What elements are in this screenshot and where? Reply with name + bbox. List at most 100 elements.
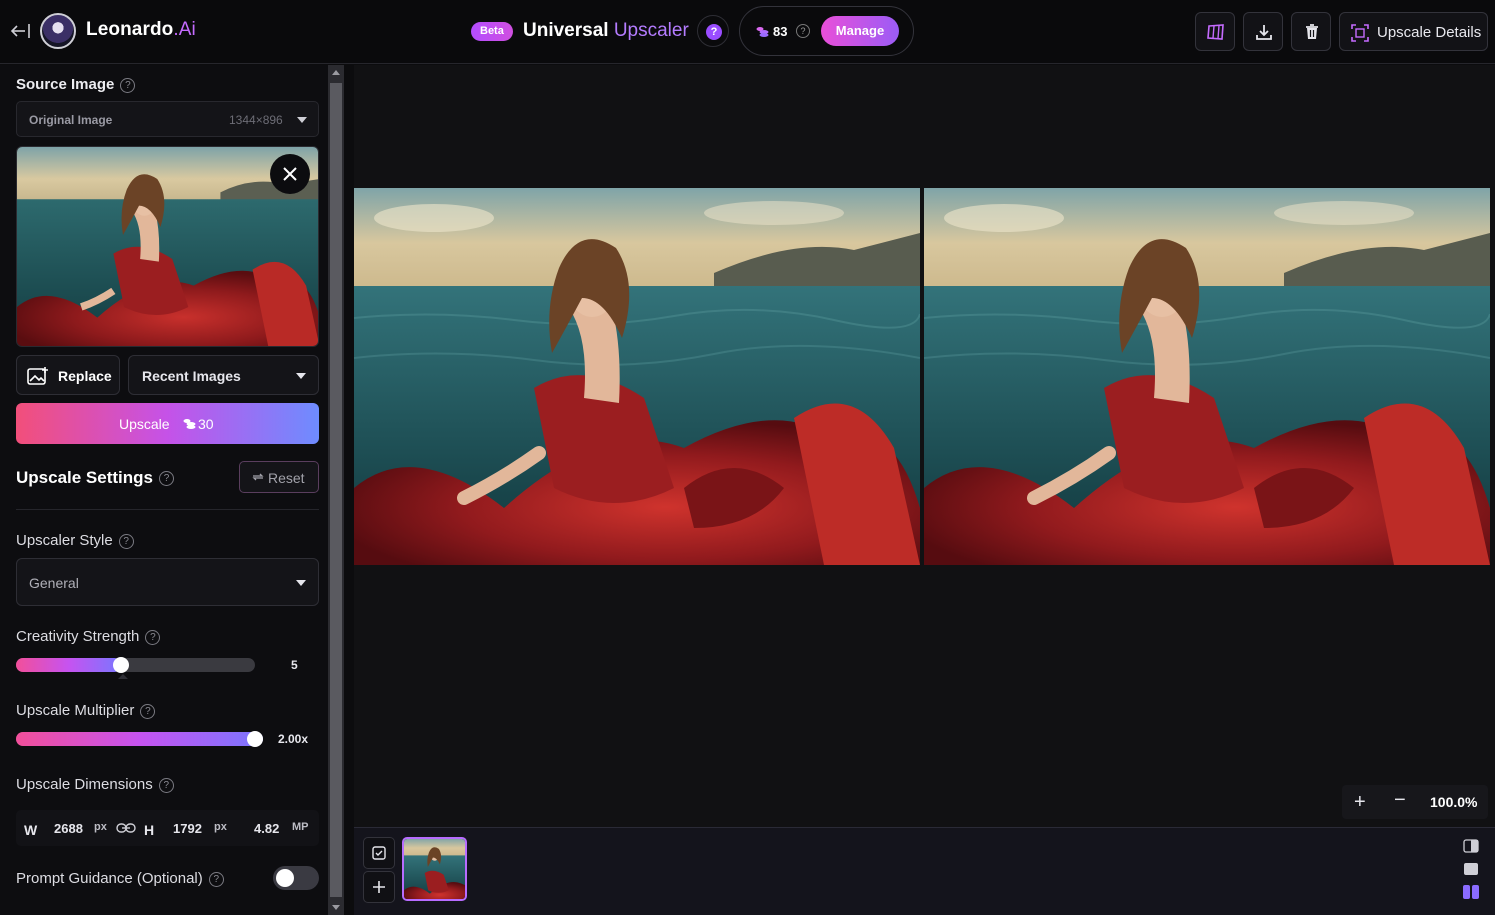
upscale-settings-title: Upscale Settings? [16,468,174,488]
help-icon[interactable]: ? [120,77,136,93]
upscale-dimensions-row: W 2688 px H 1792 px 4.82 MP [16,810,319,846]
upscale-label: Upscale [119,416,170,432]
zoom-controls: + − 100.0% [1342,785,1488,819]
credits-pill: 83 ? Manage [739,6,914,56]
replace-button[interactable]: Replace [16,355,120,395]
help-icon[interactable]: ? [158,777,174,793]
page-title: Universal Upscaler [523,20,689,41]
plus-icon [373,881,385,893]
sidebar-scrollbar[interactable] [328,65,344,915]
scroll-up-icon[interactable] [332,70,340,75]
replace-label: Replace [58,368,112,384]
thumbnail-image [404,839,465,899]
source-image-label: Source Image? [16,76,136,93]
toggle-knob [276,869,294,887]
upscale-details-button[interactable]: Upscale Details [1339,12,1488,51]
beta-badge: Beta [471,22,513,41]
chevron-down-icon [296,373,306,379]
upscaler-style-label: Upscaler Style? [16,532,134,549]
help-icon[interactable]: ? [159,471,174,487]
creativity-slider-knob[interactable] [113,657,130,673]
height-value: 1792 [173,821,202,836]
slider-pointer [118,674,128,679]
help-icon[interactable]: ? [208,871,224,887]
add-image-button[interactable] [363,871,395,903]
original-image [354,188,920,565]
upscaler-style-select[interactable]: General [16,558,319,606]
width-value: 2688 [54,821,83,836]
scroll-down-icon[interactable] [332,905,340,910]
token-icon [183,419,196,429]
divider [16,509,319,510]
source-select-value: Original Image [29,113,113,127]
zoom-out-icon[interactable]: − [1394,789,1406,812]
help-icon[interactable]: ? [118,533,134,549]
zoom-in-icon[interactable]: + [1354,791,1366,814]
multiplier-slider-knob[interactable] [247,731,263,747]
top-bar: Leonardo.Ai Beta Universal Upscaler ? 83… [0,0,1495,64]
link-icon[interactable] [116,822,136,834]
prompt-guidance-toggle[interactable] [273,866,319,890]
upscale-details-label: Upscale Details [1377,24,1482,41]
multiplier-slider-fill [16,732,263,746]
megapixels-unit: MP [292,821,309,833]
multiplier-value: 2.00x [278,732,309,746]
back-arrow-icon[interactable] [8,20,32,42]
help-icon[interactable]: ? [145,629,161,645]
help-icon[interactable]: ? [140,703,156,719]
select-button[interactable] [363,837,395,869]
brand-logo [40,13,76,49]
remove-image-button[interactable] [270,154,310,194]
upscale-details-icon [1351,24,1369,42]
compare-icon [1207,24,1224,40]
upscale-multiplier-label: Upscale Multiplier? [16,702,156,719]
creativity-strength-label: Creativity Strength? [16,628,161,645]
brand-name[interactable]: Leonardo.Ai [86,19,196,41]
help-icon: ? [706,24,722,40]
close-icon [283,167,297,181]
chevron-down-icon [297,117,307,123]
upscaler-style-value: General [29,575,79,591]
delete-button[interactable] [1291,12,1331,51]
checkbox-icon [372,846,386,860]
source-dimensions: 1344×896 [229,113,283,127]
reset-icon [252,473,264,481]
megapixels-value: 4.82 [254,821,280,836]
token-icon [756,27,769,37]
image-history-strip [354,827,1495,915]
multiplier-slider[interactable] [16,731,263,747]
creativity-value: 5 [291,658,298,672]
chevron-down-icon [296,580,306,586]
creativity-slider[interactable] [16,657,255,673]
height-unit: px [214,821,227,833]
recent-images-label: Recent Images [142,368,241,384]
upscale-dimensions-label: Upscale Dimensions? [16,776,174,793]
help-button[interactable]: ? [697,15,729,47]
split-view-icon[interactable] [1463,839,1479,853]
upscale-button[interactable]: Upscale 30 [16,403,319,444]
credits-help-icon[interactable]: ? [796,24,810,38]
upscale-cost: 30 [198,416,214,432]
manage-button[interactable]: Manage [821,16,899,46]
source-image-select[interactable]: Original Image 1344×896 [16,101,319,137]
width-unit: px [94,821,107,833]
download-button[interactable] [1243,12,1283,51]
upscaled-image-pane[interactable] [924,188,1490,565]
trash-icon [1306,24,1318,39]
zoom-level: 100.0% [1430,794,1478,810]
original-image-pane[interactable] [354,188,920,565]
side-by-side-view-icon[interactable] [1463,885,1479,899]
compare-button[interactable] [1195,12,1235,51]
single-view-icon[interactable] [1463,862,1479,876]
prompt-guidance-label: Prompt Guidance (Optional)? [16,870,224,887]
creativity-slider-fill [16,658,122,672]
recent-images-select[interactable]: Recent Images [128,355,319,395]
image-canvas[interactable] [354,65,1495,827]
width-label: W [24,822,38,838]
credit-count: 83 [773,24,788,39]
scrollbar-thumb[interactable] [330,83,342,897]
reset-button[interactable]: Reset [239,461,319,493]
upscaled-image [924,188,1490,565]
height-label: H [144,822,155,838]
history-thumbnail[interactable] [402,837,467,901]
